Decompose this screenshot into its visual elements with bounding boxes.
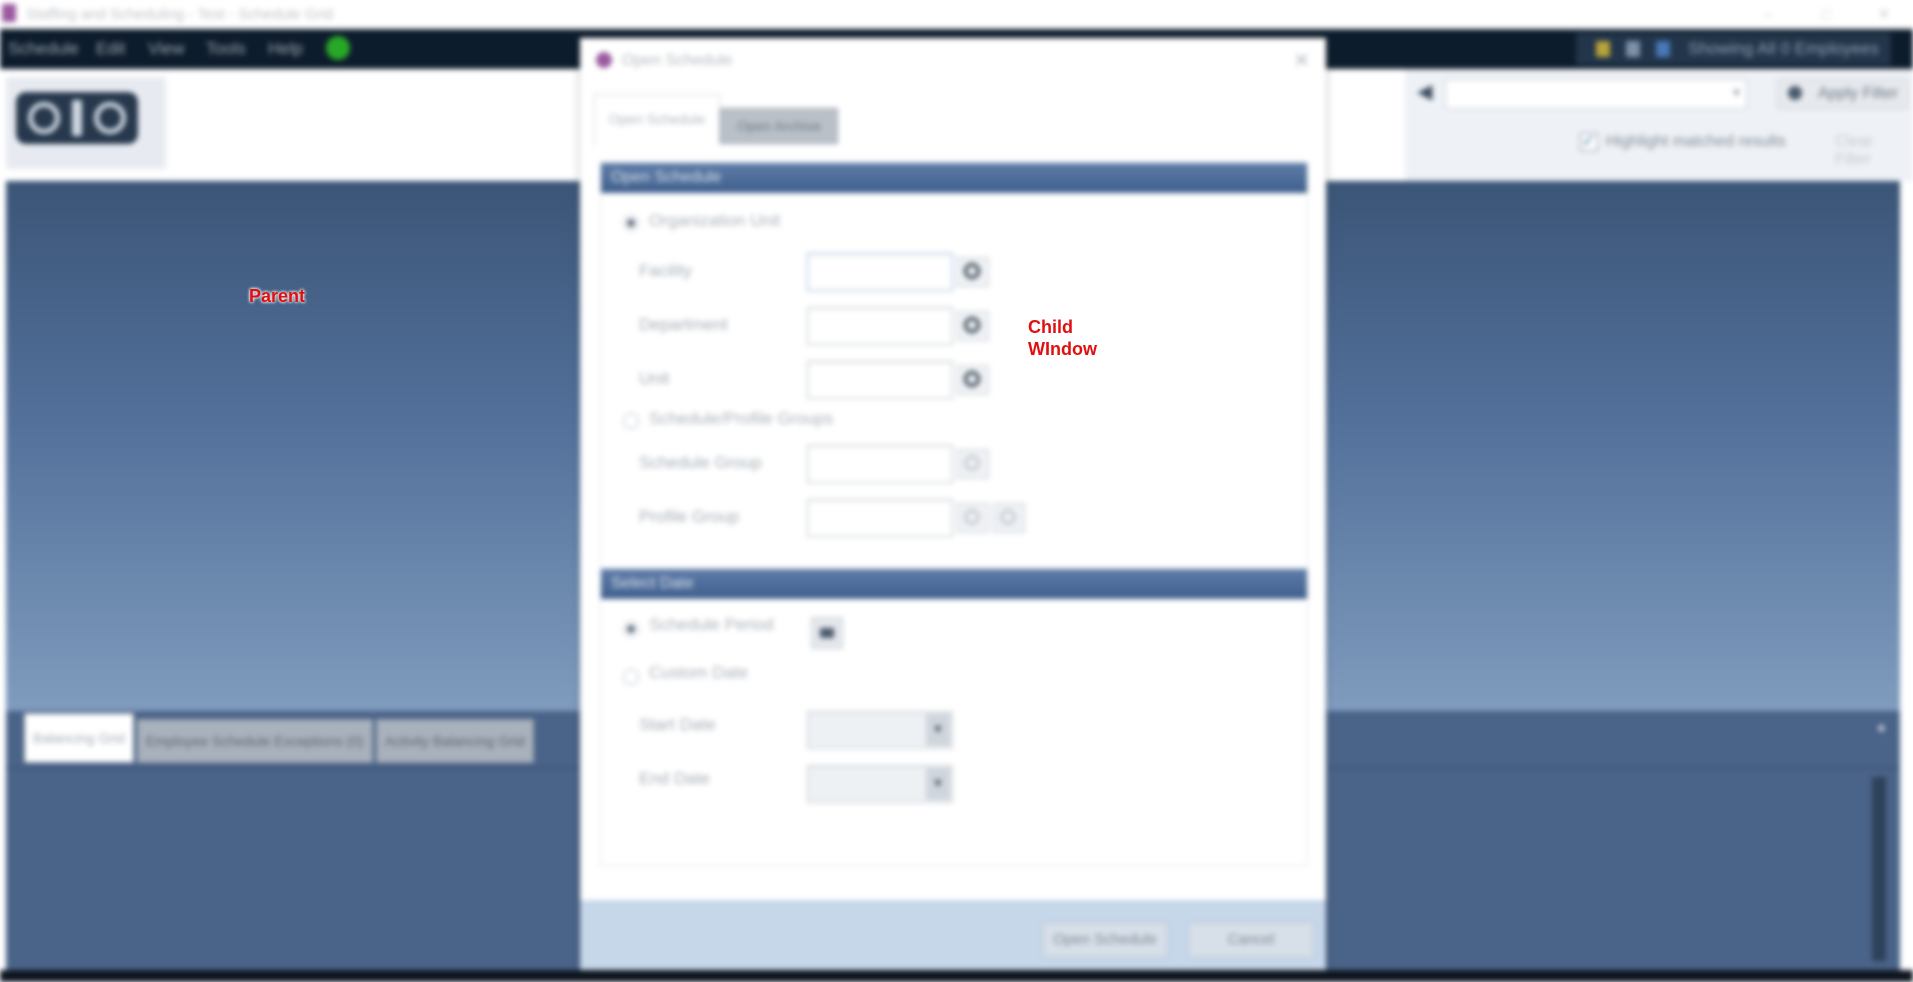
logo-left-circle [28, 102, 60, 134]
schedule-group-lookup-button[interactable] [957, 449, 989, 479]
dialog-titlebar: Open Schedule ✕ [580, 38, 1326, 84]
tab-activity-balancing-grid[interactable]: Activity Balancing Grid [375, 719, 534, 763]
folder-icon [1596, 41, 1610, 57]
search-panel: ◀ ▾ Apply Filter Highlight matched resul… [1405, 69, 1913, 181]
select-date-section: Select Date Schedule Period Custom Date … [600, 568, 1308, 866]
unit-lookup-button[interactable] [957, 365, 989, 395]
app-icon [2, 4, 16, 22]
menu-item-tools[interactable]: Tools [206, 39, 246, 59]
magnifier-icon [964, 371, 980, 387]
parent-titlebar: Staffing and Scheduling - Test - Schedul… [0, 0, 1913, 29]
highlight-matched-option[interactable]: Highlight matched results [1580, 131, 1786, 151]
profile-group-input[interactable] [807, 499, 953, 537]
unit-input[interactable] [807, 361, 953, 399]
magnifier-icon [964, 455, 980, 471]
menu-item-view[interactable]: View [148, 39, 185, 59]
dialog-app-icon [596, 52, 612, 68]
status-strip [0, 970, 1913, 982]
department-label: Department [639, 315, 728, 334]
child-annotation-line2: WIndow [1028, 339, 1097, 359]
add-icon [964, 509, 980, 525]
pin-icon [1626, 41, 1640, 57]
menu-item-edit[interactable]: Edit [96, 39, 125, 59]
tab-open-schedule[interactable]: Open Schedule [594, 94, 720, 145]
schedule-period-radio[interactable] [623, 621, 639, 637]
vertical-scrollbar[interactable] [1872, 777, 1886, 961]
department-lookup-button[interactable] [957, 311, 989, 341]
organization-unit-radio[interactable] [623, 215, 639, 231]
maximize-button[interactable]: □ [1797, 0, 1855, 29]
custom-date-radio[interactable] [623, 669, 639, 685]
back-arrow-icon[interactable]: ◀ [1417, 79, 1432, 104]
blurred-screenshot: Staffing and Scheduling - Test - Schedul… [0, 0, 1913, 982]
start-date-picker[interactable] [807, 711, 953, 749]
parent-annotation: Parent [249, 286, 306, 306]
tab-employee-schedule-exceptions[interactable]: Employee Schedule Exceptions (0) [136, 719, 373, 763]
select-date-section-header: Select Date [601, 569, 1307, 599]
profile-group-lookup-button[interactable] [993, 503, 1025, 533]
bottom-tabs: Balancing Grid Employee Schedule Excepti… [24, 713, 537, 763]
custom-date-label: Custom Date [649, 663, 749, 682]
end-date-label: End Date [639, 769, 710, 788]
logo-panel [6, 77, 166, 169]
open-schedule-section: Open Schedule Organization Unit Facility… [600, 162, 1308, 594]
status-ok-icon [326, 36, 350, 60]
child-window-annotation: Child WIndow [1028, 316, 1148, 360]
end-date-picker[interactable] [807, 765, 953, 803]
organization-unit-label: Organization Unit [649, 211, 781, 230]
child-annotation-line1: Child [1028, 317, 1073, 337]
chevron-down-icon[interactable] [926, 768, 950, 800]
open-schedule-button[interactable]: Open Schedule [1042, 922, 1168, 958]
cancel-button[interactable]: Cancel [1188, 922, 1314, 958]
schedule-period-label: Schedule Period [649, 615, 774, 634]
highlight-label: Highlight matched results [1606, 133, 1786, 150]
apply-filter-label: Apply Filter [1818, 85, 1899, 102]
menu-item-help[interactable]: Help [268, 39, 303, 59]
people-icon [1656, 41, 1670, 57]
dialog-footer: Open Schedule Cancel [580, 900, 1326, 970]
schedule-group-label: Schedule Group [639, 453, 762, 472]
profile-group-add-button[interactable] [957, 503, 989, 533]
schedule-profile-groups-radio[interactable] [623, 413, 639, 429]
clear-filter-button[interactable]: Clear Filter [1835, 133, 1913, 169]
chevron-down-icon[interactable] [926, 714, 950, 746]
schedule-period-picker-button[interactable] [811, 617, 843, 649]
department-input[interactable] [807, 307, 953, 345]
logo-center-bar [72, 100, 82, 136]
schedule-profile-groups-label: Schedule/Profile Groups [649, 409, 834, 428]
tab-balancing-grid[interactable]: Balancing Grid [24, 713, 134, 763]
calendar-icon [820, 628, 834, 638]
window-controls: – □ ✕ [1739, 0, 1913, 29]
logo-right-circle [94, 102, 126, 134]
open-schedule-dialog: Open Schedule ✕ Open Schedule Open Archi… [580, 38, 1326, 970]
schedule-group-input[interactable] [807, 445, 953, 483]
facility-lookup-button[interactable] [957, 257, 989, 287]
filter-icon [1788, 86, 1802, 100]
filter-combobox[interactable]: ▾ [1445, 79, 1747, 109]
magnifier-icon [964, 317, 980, 333]
employee-count-text: Showing All 0 Employees [1688, 39, 1879, 58]
window-title: Staffing and Scheduling - Test - Schedul… [26, 6, 334, 23]
pin-panel-icon[interactable]: ✦ [1875, 719, 1888, 739]
unit-label: Unit [639, 369, 670, 388]
chevron-down-icon: ▾ [1732, 84, 1740, 100]
open-schedule-section-header: Open Schedule [601, 163, 1307, 193]
minimize-button[interactable]: – [1739, 0, 1797, 29]
close-window-button[interactable]: ✕ [1855, 0, 1913, 29]
facility-input[interactable] [807, 253, 953, 291]
highlight-checkbox[interactable] [1580, 131, 1598, 151]
magnifier-icon [1000, 509, 1016, 525]
facility-label: Facility [639, 261, 692, 280]
employee-status-panel: Showing All 0 Employees [1576, 33, 1891, 65]
menu-item-schedule[interactable]: Schedule [8, 39, 79, 59]
profile-group-label: Profile Group [639, 507, 740, 526]
app-logo [16, 92, 138, 144]
magnifier-icon [964, 263, 980, 279]
tab-open-archive[interactable]: Open Archive [720, 108, 838, 144]
apply-filter-button[interactable]: Apply Filter [1777, 79, 1909, 109]
dialog-close-icon[interactable]: ✕ [1293, 48, 1310, 73]
start-date-label: Start Date [639, 715, 716, 734]
dialog-title: Open Schedule [622, 52, 733, 69]
